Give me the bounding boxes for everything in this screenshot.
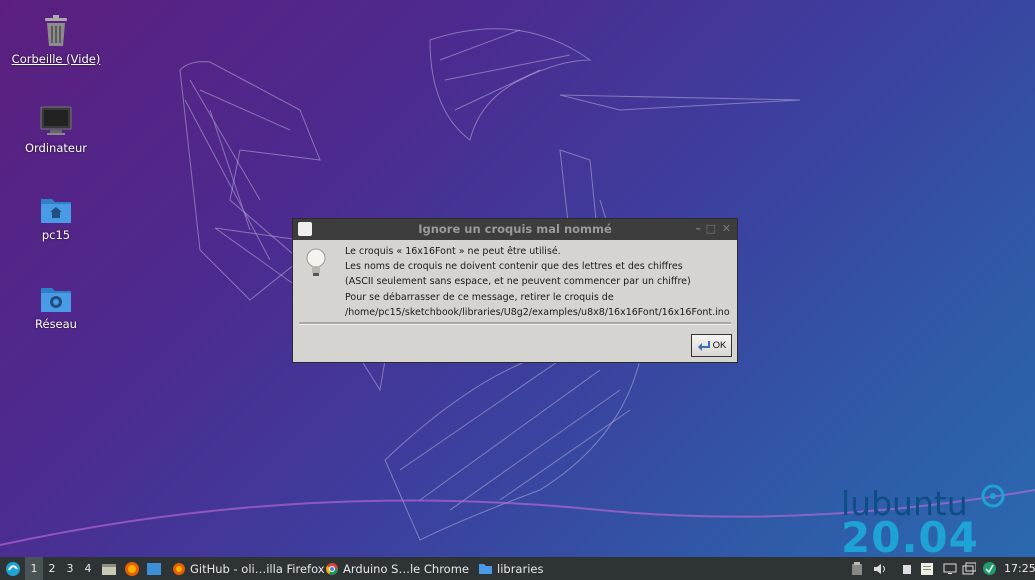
task-chrome[interactable]: Arduino S…le Chrome: [323, 557, 471, 580]
dialog-titlebar[interactable]: Ignore un croquis mal nommé – □ ✕: [293, 219, 737, 240]
task-label: GitHub - oli…illa Firefox: [190, 561, 325, 576]
clock[interactable]: 17:25: [1004, 557, 1035, 580]
desktop-icon-label: Corbeille (Vide): [11, 52, 101, 66]
start-menu-button[interactable]: [3, 557, 23, 580]
message-line: Le croquis « 16x16Font » ne peut être ut…: [345, 246, 561, 257]
desktop-icon-trash[interactable]: Corbeille (Vide): [8, 14, 104, 66]
show-desktop-icon: [147, 562, 161, 575]
desktop-icon-home[interactable]: pc15: [8, 194, 104, 242]
tray-volume[interactable]: [873, 557, 887, 580]
brand-version: 20.04: [841, 513, 979, 562]
update-icon: [983, 562, 996, 575]
enter-arrow-icon: [697, 340, 710, 351]
close-icon[interactable]: ✕: [722, 222, 731, 235]
display-icon: [943, 563, 957, 574]
lightbulb-icon: [306, 248, 326, 276]
message-line: (ASCII seulement sans espace, et ne peuv…: [345, 276, 691, 288]
chrome-icon: [326, 562, 338, 575]
dialog-content: Le croquis « 16x16Font » ne peut être ut…: [293, 240, 737, 322]
computer-icon: [40, 106, 72, 135]
desktop-number: 2: [48, 562, 56, 575]
dialog-separator: [299, 322, 731, 325]
quicklaunch-desktop[interactable]: [146, 557, 162, 580]
desktop-icon-network[interactable]: Réseau: [8, 283, 104, 331]
desktop-number: 1: [30, 562, 38, 575]
desktop-icon-label: Réseau: [35, 317, 77, 331]
tray-network[interactable]: [962, 557, 976, 580]
firefox-icon: [173, 562, 185, 575]
quicklaunch-files[interactable]: [101, 557, 117, 580]
desktop-switch-3[interactable]: 3: [61, 557, 79, 580]
network-folder-icon: [41, 288, 71, 312]
tray-removable[interactable]: [902, 557, 912, 580]
tray-update[interactable]: [982, 557, 997, 580]
task-firefox[interactable]: GitHub - oli…illa Firefox: [170, 557, 327, 580]
task-libraries[interactable]: libraries: [476, 557, 545, 580]
dialog-message: Le croquis « 16x16Font » ne peut être ut…: [345, 244, 730, 320]
lubuntu-branding: lubuntu 20.04: [841, 482, 1021, 562]
desktop-icon-label: Ordinateur: [24, 141, 87, 155]
tray-clipboard[interactable]: [851, 557, 863, 580]
dialog-title: Ignore un croquis mal nommé: [418, 222, 612, 236]
taskbar: 1 2 3 4 GitHub - oli…illa Firefox Arduin…: [0, 557, 1035, 580]
file-manager-icon: [102, 563, 116, 575]
firefox-icon: [125, 561, 139, 576]
ok-button-label: OK: [712, 340, 727, 351]
ignore-sketch-dialog: Ignore un croquis mal nommé – □ ✕ Le cro…: [292, 218, 738, 363]
ok-button[interactable]: OK: [691, 334, 732, 357]
volume-icon: [874, 563, 885, 574]
minimize-icon[interactable]: –: [696, 222, 702, 235]
folder-icon: [479, 564, 492, 574]
quicklaunch-firefox[interactable]: [124, 557, 140, 580]
task-label: Arduino S…le Chrome: [343, 561, 469, 576]
tray-screen[interactable]: [943, 557, 957, 580]
desktop-number: 3: [66, 562, 74, 575]
maximize-icon[interactable]: □: [706, 222, 716, 235]
clipboard-icon: [852, 561, 862, 575]
desktop-icon-computer[interactable]: Ordinateur: [8, 105, 104, 155]
tray-notes[interactable]: [920, 557, 934, 580]
lubuntu-menu-icon: [6, 561, 20, 576]
network-icon: [962, 562, 976, 574]
removable-media-icon: [903, 564, 911, 574]
notes-icon: [921, 562, 933, 575]
message-line: /home/pc15/sketchbook/libraries/U8g2/exa…: [345, 306, 730, 318]
message-line: Pour se débarrasser de ce message, retir…: [345, 291, 614, 303]
task-label: libraries: [497, 561, 544, 576]
desktop-switch-4[interactable]: 4: [79, 557, 97, 580]
lubuntu-logo-icon: [981, 484, 1005, 508]
desktop-switch-1[interactable]: 1: [25, 557, 43, 580]
desktop-switch-2[interactable]: 2: [43, 557, 61, 580]
message-line: Les noms de croquis ne doivent contenir …: [345, 261, 683, 273]
home-folder-icon: [41, 199, 71, 223]
desktop-number: 4: [84, 562, 92, 575]
desktop-icon-label: pc15: [41, 228, 71, 242]
trash-icon: [45, 15, 67, 46]
